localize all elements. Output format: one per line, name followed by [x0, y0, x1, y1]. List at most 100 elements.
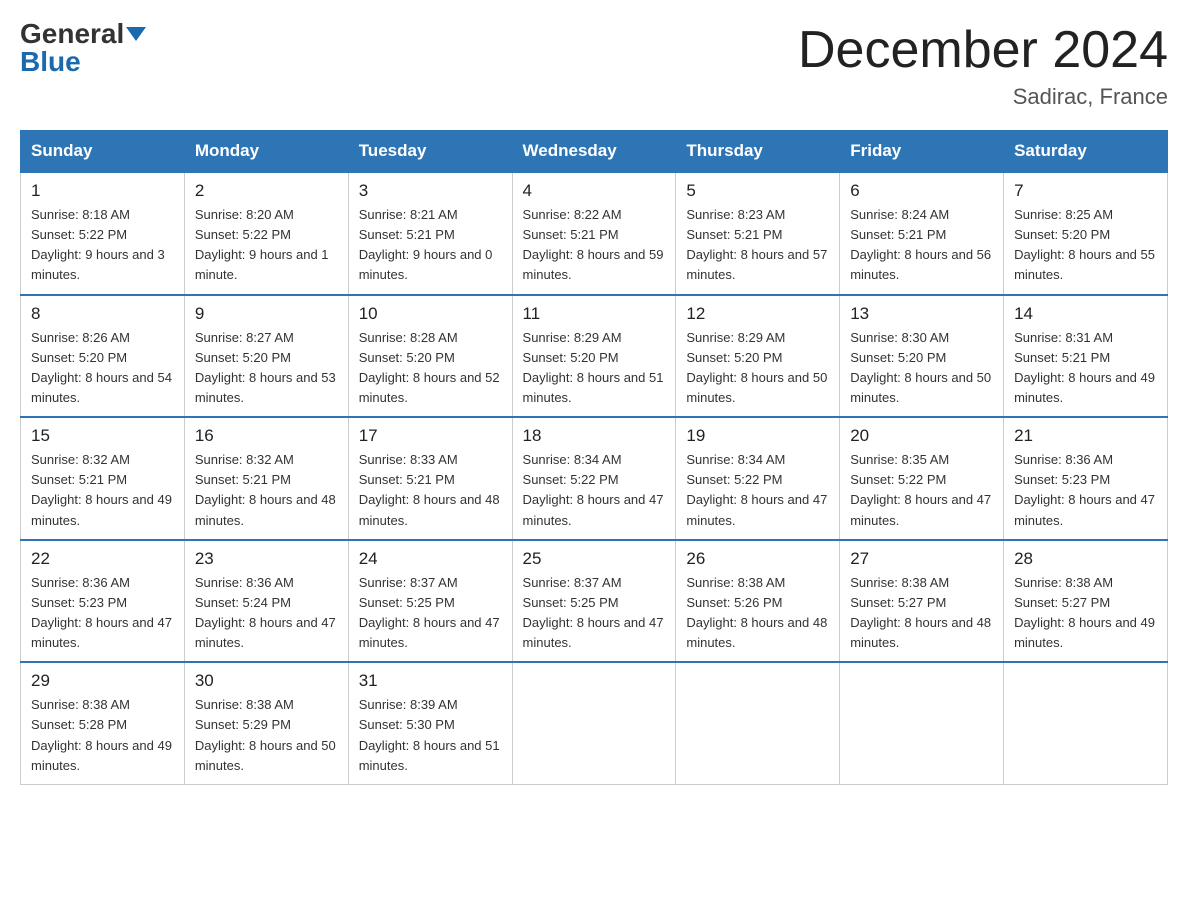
calendar-table: SundayMondayTuesdayWednesdayThursdayFrid…: [20, 130, 1168, 785]
column-header-tuesday: Tuesday: [348, 131, 512, 173]
calendar-cell: 26Sunrise: 8:38 AMSunset: 5:26 PMDayligh…: [676, 540, 840, 663]
calendar-cell: 27 Sunrise: 8:38 AMSunset: 5:27 PMDayligh…: [840, 540, 1004, 663]
calendar-cell: 19 Sunrise: 8:34 AMSunset: 5:22 PMDayligh…: [676, 417, 840, 540]
column-header-friday: Friday: [840, 131, 1004, 173]
calendar-cell: 11Sunrise: 8:29 AMSunset: 5:20 PMDayligh…: [512, 295, 676, 418]
day-info: Sunrise: 8:38 AMSunset: 5:27 PMDaylight:…: [1014, 573, 1157, 654]
column-header-saturday: Saturday: [1004, 131, 1168, 173]
calendar-cell: 16Sunrise: 8:32 AMSunset: 5:21 PMDayligh…: [184, 417, 348, 540]
column-header-sunday: Sunday: [21, 131, 185, 173]
page-header: General Blue December 2024 Sadirac, Fran…: [20, 20, 1168, 110]
day-number: 4: [523, 181, 666, 201]
day-number: 29: [31, 671, 174, 691]
day-info: Sunrise: 8:18 AMSunset: 5:22 PMDaylight:…: [31, 205, 174, 286]
calendar-cell: 21 Sunrise: 8:36 AMSunset: 5:23 PMDayligh…: [1004, 417, 1168, 540]
day-info: Sunrise: 8:24 AMSunset: 5:21 PMDaylight:…: [850, 205, 993, 286]
days-header-row: SundayMondayTuesdayWednesdayThursdayFrid…: [21, 131, 1168, 173]
day-info: Sunrise: 8:36 AMSunset: 5:24 PMDaylight:…: [195, 573, 338, 654]
calendar-cell: 23 Sunrise: 8:36 AMSunset: 5:24 PMDayligh…: [184, 540, 348, 663]
day-number: 31: [359, 671, 502, 691]
day-info: Sunrise: 8:38 AMSunset: 5:27 PMDaylight:…: [850, 573, 993, 654]
logo: General Blue: [20, 20, 146, 76]
day-info: Sunrise: 8:32 AMSunset: 5:21 PMDaylight:…: [195, 450, 338, 531]
day-info: Sunrise: 8:32 AMSunset: 5:21 PMDaylight:…: [31, 450, 174, 531]
day-number: 20: [850, 426, 993, 446]
day-info: Sunrise: 8:28 AMSunset: 5:20 PMDaylight:…: [359, 328, 502, 409]
calendar-cell: [676, 662, 840, 784]
calendar-cell: 20 Sunrise: 8:35 AMSunset: 5:22 PMDayligh…: [840, 417, 1004, 540]
day-info: Sunrise: 8:38 AMSunset: 5:26 PMDaylight:…: [686, 573, 829, 654]
day-number: 1: [31, 181, 174, 201]
day-number: 3: [359, 181, 502, 201]
day-info: Sunrise: 8:39 AMSunset: 5:30 PMDaylight:…: [359, 695, 502, 776]
day-number: 21: [1014, 426, 1157, 446]
day-number: 28: [1014, 549, 1157, 569]
logo-blue-text: Blue: [20, 48, 81, 76]
calendar-cell: 28 Sunrise: 8:38 AMSunset: 5:27 PMDayligh…: [1004, 540, 1168, 663]
day-number: 13: [850, 304, 993, 324]
week-row-5: 29 Sunrise: 8:38 AMSunset: 5:28 PMDayligh…: [21, 662, 1168, 784]
day-number: 27: [850, 549, 993, 569]
day-number: 7: [1014, 181, 1157, 201]
day-number: 9: [195, 304, 338, 324]
week-row-3: 15 Sunrise: 8:32 AMSunset: 5:21 PMDayligh…: [21, 417, 1168, 540]
calendar-cell: 2Sunrise: 8:20 AMSunset: 5:22 PMDaylight…: [184, 172, 348, 295]
calendar-cell: 5 Sunrise: 8:23 AMSunset: 5:21 PMDaylight…: [676, 172, 840, 295]
day-info: Sunrise: 8:30 AMSunset: 5:20 PMDaylight:…: [850, 328, 993, 409]
day-info: Sunrise: 8:38 AMSunset: 5:29 PMDaylight:…: [195, 695, 338, 776]
calendar-cell: 1 Sunrise: 8:18 AMSunset: 5:22 PMDaylight…: [21, 172, 185, 295]
day-info: Sunrise: 8:27 AMSunset: 5:20 PMDaylight:…: [195, 328, 338, 409]
day-info: Sunrise: 8:36 AMSunset: 5:23 PMDaylight:…: [31, 573, 174, 654]
calendar-cell: 12Sunrise: 8:29 AMSunset: 5:20 PMDayligh…: [676, 295, 840, 418]
day-info: Sunrise: 8:35 AMSunset: 5:22 PMDaylight:…: [850, 450, 993, 531]
logo-general-text: General: [20, 20, 124, 48]
day-info: Sunrise: 8:22 AMSunset: 5:21 PMDaylight:…: [523, 205, 666, 286]
day-info: Sunrise: 8:36 AMSunset: 5:23 PMDaylight:…: [1014, 450, 1157, 531]
calendar-cell: 18 Sunrise: 8:34 AMSunset: 5:22 PMDayligh…: [512, 417, 676, 540]
logo-triangle-icon: [126, 27, 146, 41]
calendar-title: December 2024: [798, 20, 1168, 80]
day-number: 24: [359, 549, 502, 569]
day-info: Sunrise: 8:20 AMSunset: 5:22 PMDaylight:…: [195, 205, 338, 286]
title-section: December 2024 Sadirac, France: [798, 20, 1168, 110]
calendar-cell: 17Sunrise: 8:33 AMSunset: 5:21 PMDayligh…: [348, 417, 512, 540]
day-info: Sunrise: 8:25 AMSunset: 5:20 PMDaylight:…: [1014, 205, 1157, 286]
calendar-cell: 15 Sunrise: 8:32 AMSunset: 5:21 PMDayligh…: [21, 417, 185, 540]
week-row-2: 8Sunrise: 8:26 AMSunset: 5:20 PMDaylight…: [21, 295, 1168, 418]
day-number: 23: [195, 549, 338, 569]
day-number: 30: [195, 671, 338, 691]
calendar-cell: 30 Sunrise: 8:38 AMSunset: 5:29 PMDayligh…: [184, 662, 348, 784]
day-number: 5: [686, 181, 829, 201]
day-info: Sunrise: 8:29 AMSunset: 5:20 PMDaylight:…: [523, 328, 666, 409]
calendar-cell: [512, 662, 676, 784]
calendar-cell: [1004, 662, 1168, 784]
calendar-cell: 9 Sunrise: 8:27 AMSunset: 5:20 PMDaylight…: [184, 295, 348, 418]
calendar-cell: 4 Sunrise: 8:22 AMSunset: 5:21 PMDaylight…: [512, 172, 676, 295]
column-header-thursday: Thursday: [676, 131, 840, 173]
day-number: 17: [359, 426, 502, 446]
day-number: 15: [31, 426, 174, 446]
day-number: 18: [523, 426, 666, 446]
calendar-cell: 7 Sunrise: 8:25 AMSunset: 5:20 PMDaylight…: [1004, 172, 1168, 295]
calendar-cell: 10Sunrise: 8:28 AMSunset: 5:20 PMDayligh…: [348, 295, 512, 418]
day-number: 25: [523, 549, 666, 569]
location-label: Sadirac, France: [798, 84, 1168, 110]
calendar-cell: 6 Sunrise: 8:24 AMSunset: 5:21 PMDaylight…: [840, 172, 1004, 295]
day-info: Sunrise: 8:23 AMSunset: 5:21 PMDaylight:…: [686, 205, 829, 286]
calendar-cell: 13 Sunrise: 8:30 AMSunset: 5:20 PMDayligh…: [840, 295, 1004, 418]
day-number: 22: [31, 549, 174, 569]
calendar-cell: 29 Sunrise: 8:38 AMSunset: 5:28 PMDayligh…: [21, 662, 185, 784]
day-info: Sunrise: 8:34 AMSunset: 5:22 PMDaylight:…: [686, 450, 829, 531]
day-number: 19: [686, 426, 829, 446]
day-info: Sunrise: 8:26 AMSunset: 5:20 PMDaylight:…: [31, 328, 174, 409]
day-number: 6: [850, 181, 993, 201]
calendar-cell: 22 Sunrise: 8:36 AMSunset: 5:23 PMDayligh…: [21, 540, 185, 663]
day-number: 14: [1014, 304, 1157, 324]
day-info: Sunrise: 8:38 AMSunset: 5:28 PMDaylight:…: [31, 695, 174, 776]
day-info: Sunrise: 8:37 AMSunset: 5:25 PMDaylight:…: [523, 573, 666, 654]
day-info: Sunrise: 8:37 AMSunset: 5:25 PMDaylight:…: [359, 573, 502, 654]
day-info: Sunrise: 8:34 AMSunset: 5:22 PMDaylight:…: [523, 450, 666, 531]
calendar-cell: 8Sunrise: 8:26 AMSunset: 5:20 PMDaylight…: [21, 295, 185, 418]
column-header-wednesday: Wednesday: [512, 131, 676, 173]
day-info: Sunrise: 8:31 AMSunset: 5:21 PMDaylight:…: [1014, 328, 1157, 409]
